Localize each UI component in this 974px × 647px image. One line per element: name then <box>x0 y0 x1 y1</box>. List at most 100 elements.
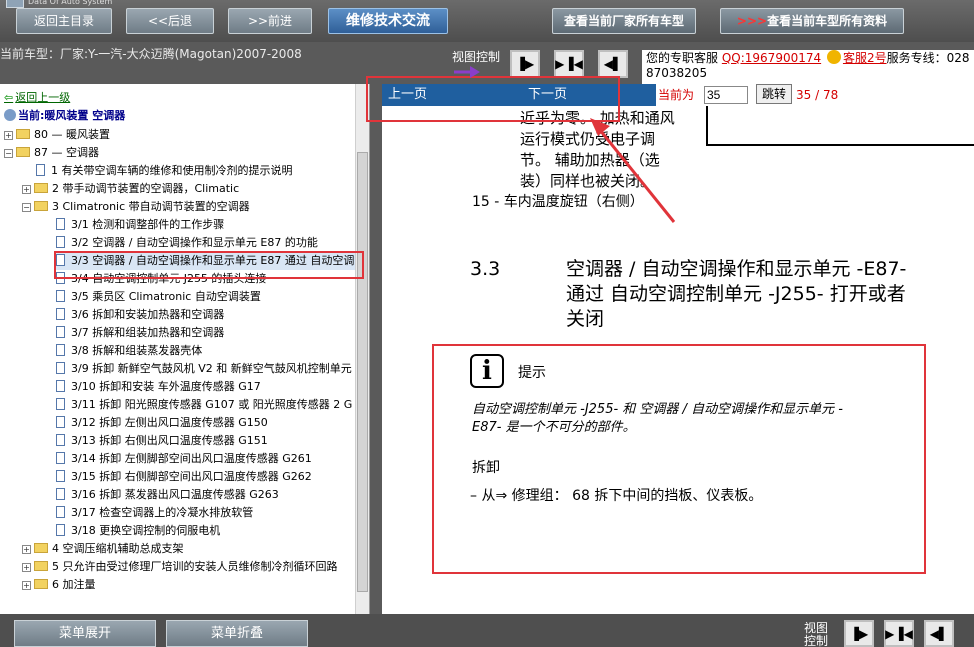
tree-doc-3-7[interactable]: 3/7 拆解和组装加热器和空调器 <box>56 324 224 342</box>
tree-doc-3-2[interactable]: 3/2 空调器 / 自动空调操作和显示单元 E87 的功能 <box>56 234 318 252</box>
top-toolbar: Data Of Auto System 返回主目录 <<后退 >>前进 维修技术… <box>0 0 974 42</box>
qq-link[interactable]: QQ:1967900174 <box>722 51 821 65</box>
tree-node-label: 3 Climatronic 带自动调节装置的空调器 <box>52 200 250 213</box>
tree-node-label: 3/11 拆卸 阳光照度传感器 G107 或 阳光照度传感器 2 G <box>71 398 353 411</box>
home-button[interactable]: 返回主目录 <box>16 8 112 34</box>
document-icon <box>56 416 65 428</box>
tree-node-label: 3/7 拆解和组装加热器和空调器 <box>71 326 225 339</box>
back-button[interactable]: <<后退 <box>126 8 214 34</box>
all-docs-button[interactable]: >>>查看当前车型所有资料 <box>720 8 904 34</box>
red-arrow-head <box>590 118 610 136</box>
document-icon <box>56 380 65 392</box>
collapse-icon[interactable]: − <box>22 203 31 212</box>
tree-doc-3-6[interactable]: 3/6 拆卸和安装加热器和空调器 <box>56 306 224 324</box>
document-icon <box>56 236 65 248</box>
document-icon <box>56 452 65 464</box>
tree-selection-highlight-box <box>54 251 364 279</box>
section-heading-line-2: 通过 自动空调控制单元 -J255- 打开或者 <box>566 283 906 305</box>
bottom-view-control-label: 视图 控制 <box>804 622 828 647</box>
remove-title: 拆卸 <box>472 460 500 476</box>
current-model-label: 当前车型：厂家:Y-一汽-大众迈腾(Magotan)2007-2008 <box>0 47 302 61</box>
tree-node-label: 3/14 拆卸 左侧脚部空间出风口温度传感器 G261 <box>71 452 312 465</box>
arrows-icon: >>> <box>736 14 768 28</box>
jump-button[interactable]: 跳转 <box>756 84 792 104</box>
tree-node-3[interactable]: − 3 Climatronic 带自动调节装置的空调器 <box>22 198 250 216</box>
tree-doc-3-18[interactable]: 3/18 更换空调控制的伺服电机 <box>56 522 220 540</box>
tree-node-label: 3/13 拆卸 右侧出风口温度传感器 G151 <box>71 434 268 447</box>
document-icon <box>56 344 65 356</box>
expand-icon[interactable]: + <box>4 131 13 140</box>
folder-icon <box>34 543 48 553</box>
tree-node-5[interactable]: +5 只允许由受过修理厂培训的安装人员维修制冷剂循环回路 <box>22 558 338 576</box>
tree-scrollbar[interactable] <box>355 84 369 614</box>
tree-doc-1[interactable]: 1 有关带空调车辆的维修和使用制冷剂的提示说明 <box>36 162 293 180</box>
bottom-view-right-button[interactable]: ◀▌ <box>924 620 954 647</box>
tree-doc-3-12[interactable]: 3/12 拆卸 左侧出风口温度传感器 G150 <box>56 414 268 432</box>
bottom-view-label-2: 控制 <box>804 634 829 647</box>
folder-icon <box>16 129 30 139</box>
tree-doc-3-14[interactable]: 3/14 拆卸 左侧脚部空间出风口温度传感器 G261 <box>56 450 312 468</box>
tree-doc-3-8[interactable]: 3/8 拆解和组装蒸发器壳体 <box>56 342 202 360</box>
tree-doc-3-17[interactable]: 3/17 检查空调器上的冷凝水排放软管 <box>56 504 253 522</box>
tree-node-label: 87 — 空调器 <box>34 146 99 159</box>
folder-icon <box>34 561 48 571</box>
tree-node-label: 3/12 拆卸 左侧出风口温度传感器 G150 <box>71 416 268 429</box>
forum-button[interactable]: 维修技术交流 <box>328 8 448 34</box>
bottom-view-split-button[interactable]: ▶▐◀ <box>884 620 914 647</box>
brand-text: Data Of Auto System <box>28 0 113 6</box>
menu-collapse-button[interactable]: 菜单折叠 <box>166 620 308 647</box>
tree-node-80[interactable]: +80 — 暖风装置 <box>4 126 110 144</box>
tree-node-87[interactable]: − 87 — 空调器 <box>4 144 99 162</box>
folder-open-icon <box>16 147 30 157</box>
tree-node-6[interactable]: +6 加注量 <box>22 576 96 594</box>
document-icon <box>56 308 65 320</box>
document-icon <box>56 488 65 500</box>
note-title: 提示 <box>518 365 546 381</box>
tree-doc-3-11[interactable]: 3/11 拆卸 阳光照度传感器 G107 或 阳光照度传感器 2 G <box>56 396 356 414</box>
tree-scroll-thumb[interactable] <box>357 152 368 592</box>
remove-step: – 从⇒ 修理组： 68 拆下中间的挡板、仪表板。 <box>470 488 763 504</box>
tree-doc-3-9[interactable]: 3/9 拆卸 新鲜空气鼓风机 V2 和 新鲜空气鼓风机控制单元 <box>56 360 356 378</box>
hotline-text: 服务专线：028 <box>886 51 970 65</box>
up-level-link[interactable]: ⇦ 返回上一级 <box>4 89 70 107</box>
pane-right-arrow-icon: ▐▶ <box>849 626 869 641</box>
tree-node-4[interactable]: +4 空调压缩机辅助总成支架 <box>22 540 184 558</box>
expand-icon[interactable]: + <box>22 581 31 590</box>
tree-doc-3-13[interactable]: 3/13 拆卸 右侧出风口温度传感器 G151 <box>56 432 268 450</box>
tree-doc-3-10[interactable]: 3/10 拆卸和安装 车外温度传感器 G17 <box>56 378 261 396</box>
red-arrow-line <box>598 129 676 223</box>
tree-node-label: 80 — 暖风装置 <box>34 128 110 141</box>
page-jump-bar: 当前为 跳转 35 / 78 <box>656 84 938 106</box>
document-icon <box>56 398 65 410</box>
diagram-frame <box>706 106 974 146</box>
tree-node-label: 3/5 乘员区 Climatronic 自动空调装置 <box>71 290 261 303</box>
document-icon <box>56 326 65 338</box>
support-prefix: 您的专职客服 <box>646 51 719 65</box>
forward-button[interactable]: >>前进 <box>228 8 312 34</box>
service2-link[interactable]: 客服2号 <box>843 51 887 65</box>
tree-doc-3-16[interactable]: 3/16 拆卸 蒸发器出风口温度传感器 G263 <box>56 486 279 504</box>
tree-doc-3-5[interactable]: 3/5 乘员区 Climatronic 自动空调装置 <box>56 288 261 306</box>
tree-node-label: 2 带手动调节装置的空调器，Climatic <box>52 182 240 195</box>
all-models-button[interactable]: 查看当前厂家所有车型 <box>552 8 696 34</box>
page-number-input[interactable] <box>704 86 748 104</box>
menu-expand-button[interactable]: 菜单展开 <box>14 620 156 647</box>
collapse-icon[interactable]: − <box>4 149 13 158</box>
folder-open-icon <box>34 201 48 211</box>
tree-node-label: 1 有关带空调车辆的维修和使用制冷剂的提示说明 <box>51 164 293 177</box>
expand-icon[interactable]: + <box>22 185 31 194</box>
tree-node-label: 3/8 拆解和组装蒸发器壳体 <box>71 344 203 357</box>
document-icon <box>56 218 65 230</box>
expand-icon[interactable]: + <box>22 545 31 554</box>
tree-doc-3-15[interactable]: 3/15 拆卸 右侧脚部空间出风口温度传感器 G262 <box>56 468 312 486</box>
up-level-label: 返回上一级 <box>15 91 71 104</box>
tree-doc-3-1[interactable]: 3/1 检测和调整部件的工作步骤 <box>56 216 224 234</box>
user-icon <box>4 109 16 121</box>
view-control-label: 视图控制 <box>452 50 501 64</box>
expand-icon[interactable]: + <box>22 563 31 572</box>
tree-node-2[interactable]: +2 带手动调节装置的空调器，Climatic <box>22 180 239 198</box>
bottom-view-left-button[interactable]: ▐▶ <box>844 620 874 647</box>
info-icon: i <box>470 354 504 388</box>
tree-node-label: 3/18 更换空调控制的伺服电机 <box>71 524 221 537</box>
pane-split-icon: ▶▐◀ <box>885 626 913 641</box>
